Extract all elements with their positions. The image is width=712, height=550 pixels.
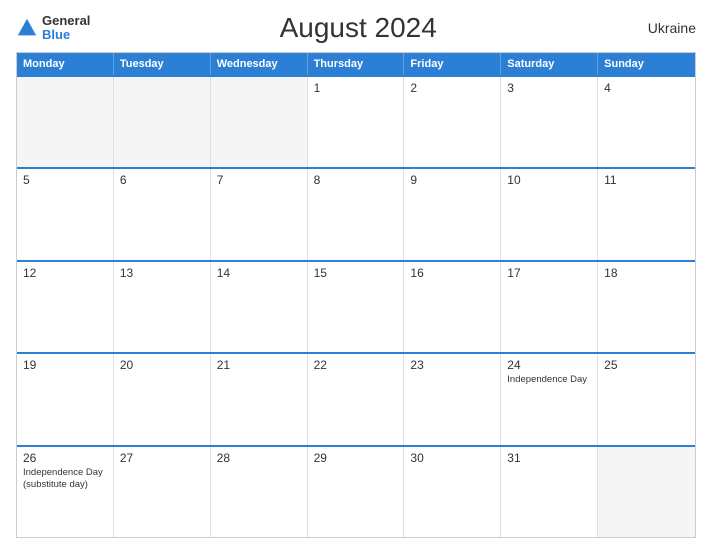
calendar-cell: 28 — [211, 447, 308, 537]
header: General Blue August 2024 Ukraine — [16, 12, 696, 44]
calendar-cell: 7 — [211, 169, 308, 259]
day-number: 25 — [604, 358, 689, 372]
day-number: 7 — [217, 173, 301, 187]
day-number: 30 — [410, 451, 494, 465]
calendar-header: MondayTuesdayWednesdayThursdayFridaySatu… — [17, 53, 695, 75]
calendar-cell: 2 — [404, 77, 501, 167]
calendar-cell — [17, 77, 114, 167]
calendar-cell: 15 — [308, 262, 405, 352]
day-number: 28 — [217, 451, 301, 465]
header-day-saturday: Saturday — [501, 53, 598, 75]
header-day-monday: Monday — [17, 53, 114, 75]
calendar-cell: 8 — [308, 169, 405, 259]
event-label: Independence Day (substitute day) — [23, 467, 107, 492]
calendar-cell: 27 — [114, 447, 211, 537]
day-number: 17 — [507, 266, 591, 280]
calendar-cell: 6 — [114, 169, 211, 259]
calendar-cell: 23 — [404, 354, 501, 444]
day-number: 18 — [604, 266, 689, 280]
day-number: 26 — [23, 451, 107, 465]
calendar: MondayTuesdayWednesdayThursdayFridaySatu… — [16, 52, 696, 538]
calendar-cell: 25 — [598, 354, 695, 444]
day-number: 15 — [314, 266, 398, 280]
logo-blue-text: Blue — [42, 28, 90, 42]
day-number: 24 — [507, 358, 591, 372]
calendar-cell: 14 — [211, 262, 308, 352]
logo-icon — [16, 17, 38, 39]
calendar-cell — [211, 77, 308, 167]
calendar-cell — [114, 77, 211, 167]
calendar-cell: 30 — [404, 447, 501, 537]
calendar-cell: 19 — [17, 354, 114, 444]
calendar-cell: 17 — [501, 262, 598, 352]
calendar-cell: 21 — [211, 354, 308, 444]
calendar-cell: 5 — [17, 169, 114, 259]
header-day-sunday: Sunday — [598, 53, 695, 75]
page: General Blue August 2024 Ukraine MondayT… — [0, 0, 712, 550]
day-number: 6 — [120, 173, 204, 187]
calendar-cell: 13 — [114, 262, 211, 352]
calendar-row-4: 26 Independence Day (substitute day) 27 28 2… — [17, 445, 695, 537]
day-number: 29 — [314, 451, 398, 465]
logo: General Blue — [16, 14, 90, 43]
calendar-cell: 22 — [308, 354, 405, 444]
day-number: 4 — [604, 81, 689, 95]
day-number: 2 — [410, 81, 494, 95]
day-number: 12 — [23, 266, 107, 280]
header-day-friday: Friday — [404, 53, 501, 75]
calendar-cell: 16 — [404, 262, 501, 352]
day-number: 13 — [120, 266, 204, 280]
logo-general-text: General — [42, 14, 90, 28]
calendar-cell: 9 — [404, 169, 501, 259]
logo-text: General Blue — [42, 14, 90, 43]
day-number: 20 — [120, 358, 204, 372]
calendar-cell: 29 — [308, 447, 405, 537]
header-day-tuesday: Tuesday — [114, 53, 211, 75]
calendar-cell: 20 — [114, 354, 211, 444]
calendar-row-3: 19 20 21 22 23 24 Independence Day 25 — [17, 352, 695, 444]
calendar-cell: 3 — [501, 77, 598, 167]
day-number: 31 — [507, 451, 591, 465]
day-number: 21 — [217, 358, 301, 372]
calendar-cell: 1 — [308, 77, 405, 167]
day-number: 22 — [314, 358, 398, 372]
header-day-wednesday: Wednesday — [211, 53, 308, 75]
day-number: 27 — [120, 451, 204, 465]
country-label: Ukraine — [626, 20, 696, 36]
day-number: 23 — [410, 358, 494, 372]
calendar-cell: 10 — [501, 169, 598, 259]
day-number: 19 — [23, 358, 107, 372]
calendar-cell: 31 — [501, 447, 598, 537]
calendar-row-2: 12 13 14 15 16 17 18 — [17, 260, 695, 352]
day-number: 1 — [314, 81, 398, 95]
calendar-cell: 18 — [598, 262, 695, 352]
calendar-cell: 26 Independence Day (substitute day) — [17, 447, 114, 537]
day-number: 14 — [217, 266, 301, 280]
day-number: 3 — [507, 81, 591, 95]
calendar-title: August 2024 — [90, 12, 626, 44]
calendar-cell: 12 — [17, 262, 114, 352]
calendar-row-0: 1234 — [17, 75, 695, 167]
calendar-cell — [598, 447, 695, 537]
calendar-body: 123456789101112131415161718192021222324I… — [17, 75, 695, 537]
calendar-cell: 11 — [598, 169, 695, 259]
calendar-cell: 4 — [598, 77, 695, 167]
calendar-row-1: 56789 10 11 — [17, 167, 695, 259]
day-number: 5 — [23, 173, 107, 187]
day-number: 9 — [410, 173, 494, 187]
day-number: 8 — [314, 173, 398, 187]
day-number: 10 — [507, 173, 591, 187]
header-day-thursday: Thursday — [308, 53, 405, 75]
calendar-cell: 24 Independence Day — [501, 354, 598, 444]
event-label: Independence Day — [507, 374, 591, 386]
day-number: 16 — [410, 266, 494, 280]
day-number: 11 — [604, 173, 689, 187]
